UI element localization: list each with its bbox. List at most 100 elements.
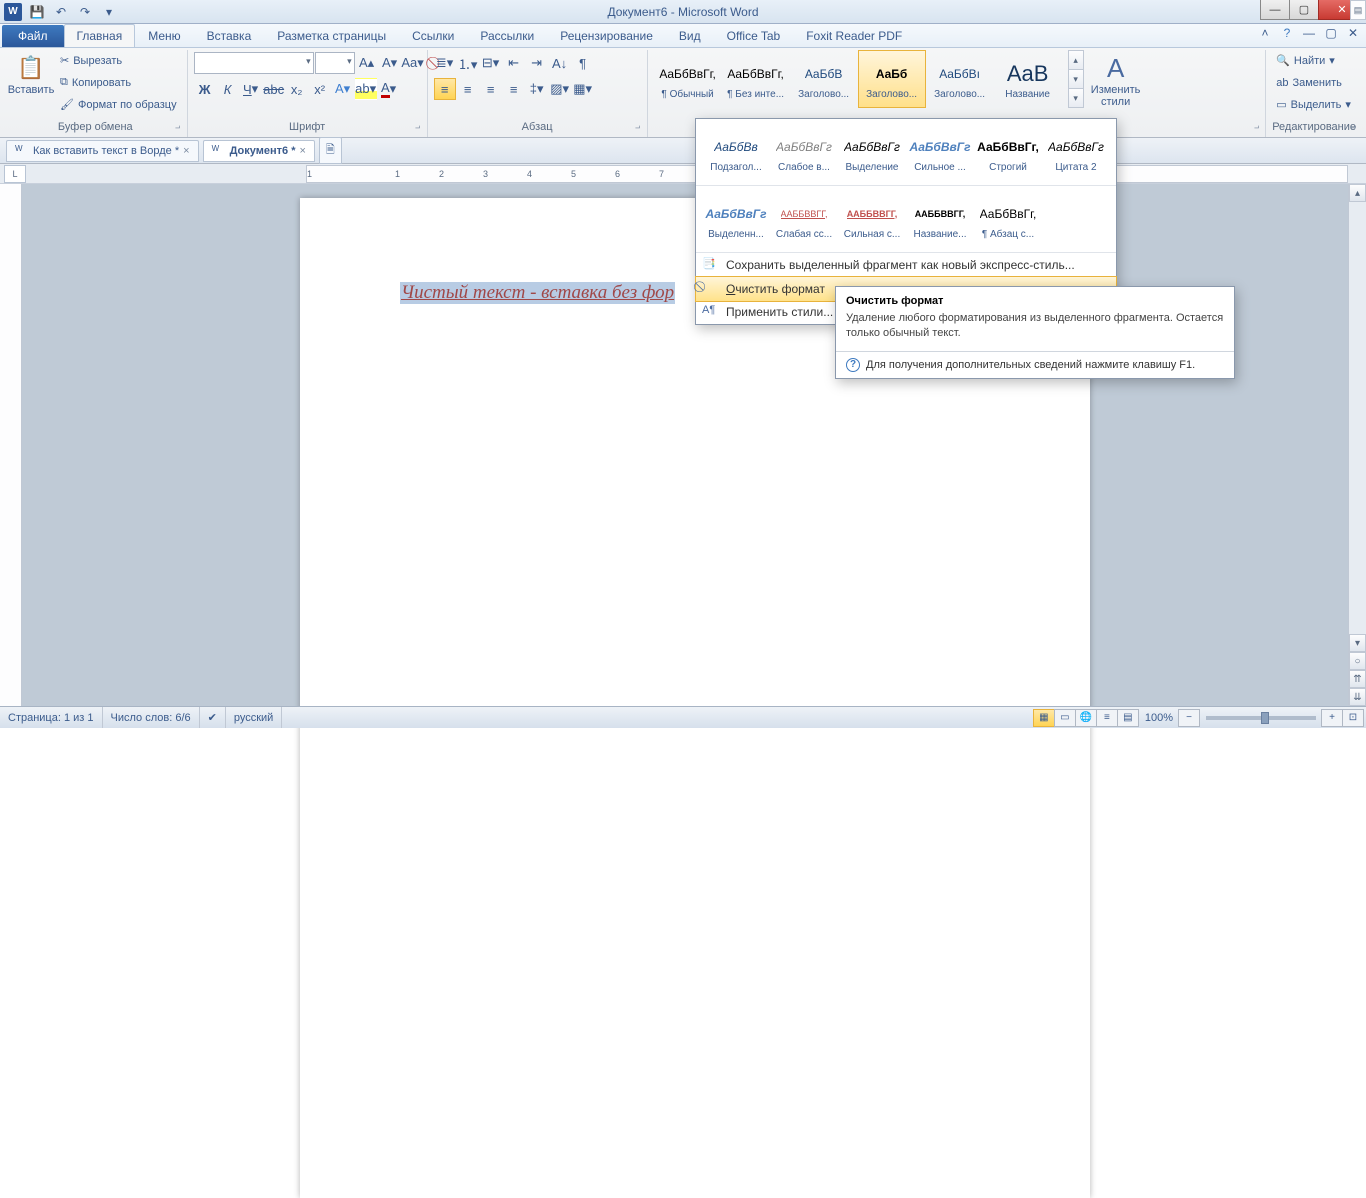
decrease-indent-button[interactable]: ⇤ — [503, 52, 525, 74]
tab-officetab[interactable]: Office Tab — [714, 24, 794, 47]
multilevel-button[interactable]: ⊟▾ — [480, 52, 502, 74]
bullets-button[interactable]: ≣▾ — [434, 52, 456, 74]
format-painter-button[interactable]: 🖌Формат по образцу — [56, 94, 181, 115]
align-right-button[interactable]: ≡ — [480, 78, 502, 100]
tab-home[interactable]: Главная — [64, 24, 136, 47]
ruler-toggle[interactable]: ▤ — [1350, 0, 1366, 20]
spellcheck-status[interactable]: ✔ — [200, 707, 226, 728]
file-tab[interactable]: Файл — [2, 25, 64, 47]
zoom-level[interactable]: 100% — [1145, 712, 1173, 724]
prev-page-icon[interactable]: ⇈ — [1349, 670, 1366, 688]
select-button[interactable]: ▭Выделить▾ — [1272, 94, 1355, 115]
draft-view[interactable]: ▤ — [1117, 709, 1139, 727]
font-color-button[interactable]: A▾ — [378, 78, 400, 100]
save-selection-style[interactable]: 📑 Сохранить выделенный фрагмент как новы… — [696, 253, 1116, 277]
doc-tab-2[interactable]: W Документ6 * × — [203, 140, 315, 162]
minimize-button[interactable]: — — [1260, 0, 1290, 20]
language-status[interactable]: русский — [226, 707, 282, 728]
cut-button[interactable]: ✂Вырезать — [56, 50, 181, 71]
tab-view[interactable]: Вид — [666, 24, 714, 47]
word-count[interactable]: Число слов: 6/6 — [103, 707, 200, 728]
undo-button[interactable]: ↶ — [50, 2, 72, 22]
highlight-button[interactable]: ab▾ — [355, 78, 377, 100]
borders-button[interactable]: ▦▾ — [572, 78, 594, 100]
style-card[interactable]: AaБбВıЗаголово... — [926, 50, 994, 108]
vertical-scrollbar[interactable]: ▴ ▾ ○ ⇈ ⇊ — [1348, 184, 1366, 706]
shading-button[interactable]: ▨▾ — [549, 78, 571, 100]
justify-button[interactable]: ≡ — [503, 78, 525, 100]
tab-menu[interactable]: Меню — [135, 24, 193, 47]
font-size-combo[interactable] — [315, 52, 355, 74]
find-button[interactable]: 🔍Найти▾ — [1272, 50, 1355, 71]
style-card[interactable]: ААББВВГГ,Сильная с... — [838, 190, 906, 248]
paste-button[interactable]: 📋 Вставить — [10, 50, 52, 98]
gallery-up-icon[interactable]: ▴ — [1069, 51, 1083, 70]
next-page-icon[interactable]: ⇊ — [1349, 688, 1366, 706]
strike-button[interactable]: abc — [263, 78, 285, 100]
show-marks-button[interactable]: ¶ — [572, 52, 594, 74]
sort-button[interactable]: A↓ — [549, 52, 571, 74]
tab-review[interactable]: Рецензирование — [547, 24, 666, 47]
style-card[interactable]: AaBНазвание — [994, 50, 1062, 108]
style-card[interactable]: АаБбВвГгЦитата 2 — [1042, 123, 1110, 181]
outline-view[interactable]: ≡ — [1096, 709, 1118, 727]
scroll-down-icon[interactable]: ▾ — [1349, 634, 1366, 652]
web-view[interactable]: 🌐 — [1075, 709, 1097, 727]
close-icon[interactable]: × — [299, 145, 305, 157]
tab-layout[interactable]: Разметка страницы — [264, 24, 399, 47]
style-card[interactable]: АаБбВвГгВыделенн... — [702, 190, 770, 248]
ribbon-minimize-icon[interactable]: ˄ — [1256, 26, 1274, 40]
zoom-out-button[interactable]: − — [1178, 709, 1200, 727]
fit-page-button[interactable]: ⊡ — [1342, 709, 1364, 727]
tab-foxit[interactable]: Foxit Reader PDF — [793, 24, 915, 47]
document-text[interactable]: Чистый текст - вставка без фор — [400, 282, 675, 304]
help-icon[interactable]: ? — [1278, 26, 1296, 40]
qat-customize[interactable]: ▾ — [98, 2, 120, 22]
fullscreen-view[interactable]: ▭ — [1054, 709, 1076, 727]
zoom-thumb[interactable] — [1261, 712, 1269, 724]
doc-minimize-icon[interactable]: — — [1300, 26, 1318, 40]
replace-button[interactable]: abЗаменить — [1272, 72, 1355, 93]
increase-indent-button[interactable]: ⇥ — [526, 52, 548, 74]
shrink-font-button[interactable]: A▾ — [379, 52, 401, 74]
zoom-slider[interactable] — [1206, 716, 1316, 720]
copy-button[interactable]: ⧉Копировать — [56, 72, 181, 93]
style-card[interactable]: AaБбВвГг,¶ Обычный — [654, 50, 722, 108]
redo-button[interactable]: ↷ — [74, 2, 96, 22]
superscript-button[interactable]: x² — [309, 78, 331, 100]
new-doc-tab[interactable]: 🗎 — [319, 137, 342, 164]
tab-mailings[interactable]: Рассылки — [467, 24, 547, 47]
browse-object-icon[interactable]: ○ — [1349, 652, 1366, 670]
style-card[interactable]: АаБбВвГгСильное ... — [906, 123, 974, 181]
doc-restore-icon[interactable]: ▢ — [1322, 26, 1340, 40]
style-card[interactable]: ААББВВГГ,Слабая сс... — [770, 190, 838, 248]
line-spacing-button[interactable]: ‡▾ — [526, 78, 548, 100]
numbering-button[interactable]: ⒈▾ — [457, 52, 479, 74]
underline-button[interactable]: Ч▾ — [240, 78, 262, 100]
italic-button[interactable]: К — [217, 78, 239, 100]
zoom-in-button[interactable]: + — [1321, 709, 1343, 727]
page-status[interactable]: Страница: 1 из 1 — [0, 707, 103, 728]
maximize-button[interactable]: ▢ — [1289, 0, 1319, 20]
scroll-up-icon[interactable]: ▴ — [1349, 184, 1366, 202]
font-name-combo[interactable] — [194, 52, 314, 74]
style-card[interactable]: AaБбВвГг,¶ Без инте... — [722, 50, 790, 108]
tab-selector[interactable]: L — [4, 165, 26, 183]
style-card[interactable]: АаБбВвПодзагол... — [702, 123, 770, 181]
tab-references[interactable]: Ссылки — [399, 24, 467, 47]
change-styles-button[interactable]: A Изменить стили — [1088, 50, 1144, 110]
text-effects-button[interactable]: A▾ — [332, 78, 354, 100]
align-center-button[interactable]: ≡ — [457, 78, 479, 100]
tab-insert[interactable]: Вставка — [194, 24, 265, 47]
style-card[interactable]: AaБбЗаголово... — [858, 50, 926, 108]
style-card[interactable]: АаБбВвГг,¶ Абзац с... — [974, 190, 1042, 248]
print-layout-view[interactable]: ▦ — [1033, 709, 1055, 727]
style-card[interactable]: АаБбВвГгСлабое в... — [770, 123, 838, 181]
style-card[interactable]: АаБбВвГг,Строгий — [974, 123, 1042, 181]
grow-font-button[interactable]: A▴ — [356, 52, 378, 74]
doc-tab-1[interactable]: W Как вставить текст в Ворде * × — [6, 140, 199, 162]
align-left-button[interactable]: ≡ — [434, 78, 456, 100]
vertical-ruler[interactable] — [0, 184, 22, 706]
style-card[interactable]: ААББВВГГ,Название... — [906, 190, 974, 248]
doc-close-icon[interactable]: ✕ — [1344, 26, 1362, 40]
